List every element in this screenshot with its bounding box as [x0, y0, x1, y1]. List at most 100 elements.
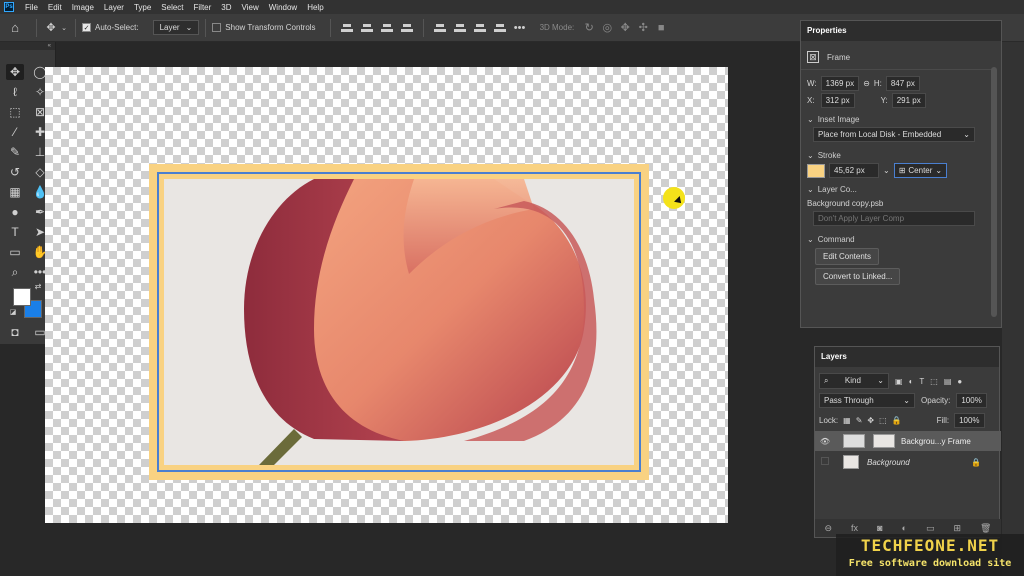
stroke-width-field[interactable]: 45,62 px	[829, 163, 879, 178]
home-icon[interactable]: ⌂	[0, 20, 30, 35]
lock-artboard-icon[interactable]: ⬚	[879, 416, 887, 425]
menu-image[interactable]: Image	[67, 3, 99, 12]
filter-smart-object-icon[interactable]: ▤	[944, 377, 952, 386]
dodge-tool-icon[interactable]: ●	[6, 204, 24, 220]
auto-select-target-dropdown[interactable]: Layer ⌄	[152, 20, 200, 35]
opacity-field[interactable]: 100%	[956, 393, 987, 408]
layer-filter-dropdown[interactable]: ⌕ Kind ⌄	[819, 373, 889, 389]
fill-field[interactable]: 100%	[954, 413, 985, 428]
menu-help[interactable]: Help	[302, 3, 328, 12]
distribute-center-icon[interactable]	[453, 22, 467, 34]
menu-layer[interactable]: Layer	[99, 3, 129, 12]
distribute-top-icon[interactable]	[433, 22, 447, 34]
stroke-color-swatch[interactable]	[807, 163, 825, 178]
layer-row-background[interactable]: Background 🔒	[815, 452, 1001, 472]
roll-3d-icon[interactable]: ◎	[598, 21, 616, 34]
move-tool-icon[interactable]: ✥	[6, 64, 24, 80]
show-transform-checkbox[interactable]	[212, 23, 222, 32]
menu-window[interactable]: Window	[264, 3, 302, 12]
menu-type[interactable]: Type	[129, 3, 156, 12]
group-folder-icon[interactable]: ▭	[926, 523, 935, 534]
menu-3d[interactable]: 3D	[216, 3, 236, 12]
chevron-down-icon[interactable]: ⌄	[807, 235, 814, 244]
zoom-tool-icon[interactable]: ⌕	[6, 264, 24, 280]
filter-adjustment-icon[interactable]: ◐	[909, 377, 914, 386]
convert-to-linked-button[interactable]: Convert to Linked...	[815, 268, 901, 285]
layer-comp-dropdown[interactable]: Don't Apply Layer Comp	[813, 211, 975, 226]
layers-title[interactable]: Layers	[815, 347, 999, 367]
menu-edit[interactable]: Edit	[43, 3, 67, 12]
menu-select[interactable]: Select	[156, 3, 188, 12]
distribute-left-icon[interactable]	[493, 22, 507, 34]
y-field[interactable]: 291 px	[891, 93, 926, 108]
chevron-down-icon[interactable]: ⌄	[59, 24, 69, 32]
width-field[interactable]: 1369 px	[820, 76, 860, 91]
slide-3d-icon[interactable]: ✣	[634, 21, 652, 34]
layer-name[interactable]: Background	[867, 458, 910, 467]
three-d-mode-label: 3D Mode:	[539, 23, 575, 32]
menu-filter[interactable]: Filter	[189, 3, 217, 12]
rectangle-tool-icon[interactable]: ▭	[6, 244, 24, 260]
layer-row-frame[interactable]: 👁 Backgrou...y Frame	[815, 431, 1001, 451]
lasso-tool-icon[interactable]: ℓ	[6, 84, 24, 100]
type-tool-icon[interactable]: T	[6, 224, 24, 240]
link-dimensions-icon[interactable]: ⊖	[863, 79, 870, 88]
fx-icon[interactable]: fx	[851, 523, 858, 533]
lock-position-icon[interactable]: ✥	[867, 416, 874, 425]
pan-3d-icon[interactable]: ✥	[616, 21, 634, 34]
eyedropper-icon[interactable]: ⁄	[6, 124, 24, 140]
visibility-toggle[interactable]	[815, 457, 835, 467]
height-field[interactable]: 847 px	[885, 76, 920, 91]
lock-pixels-icon[interactable]: ✎	[856, 416, 863, 425]
visibility-eye-icon[interactable]: 👁	[815, 437, 835, 446]
properties-scrollbar[interactable]	[991, 67, 997, 317]
properties-title[interactable]: Properties	[801, 21, 1001, 41]
filter-type-icon[interactable]: T	[919, 377, 924, 386]
distribute-bottom-icon[interactable]	[473, 22, 487, 34]
filter-pixel-icon[interactable]: ▣	[895, 377, 903, 386]
quick-mask-icon[interactable]: ◘	[6, 324, 24, 340]
chevron-down-icon[interactable]: ⌄	[807, 115, 814, 124]
auto-select-checkbox[interactable]: ✓	[82, 23, 91, 32]
chevron-down-icon[interactable]: ⌄	[883, 166, 890, 175]
lock-icon[interactable]: 🔒	[971, 458, 981, 467]
watermark-overlay: TECHFEONE.NET Free software download sit…	[836, 534, 1024, 576]
move-tool-icon[interactable]: ✥	[43, 21, 59, 34]
link-layers-icon[interactable]: ⊖	[825, 523, 833, 534]
default-colors-icon[interactable]: ◪	[8, 308, 18, 318]
align-vertical-center-icon[interactable]	[360, 22, 374, 34]
lock-transparent-icon[interactable]: ▦	[843, 416, 851, 425]
align-top-icon[interactable]	[340, 22, 354, 34]
chevron-down-icon[interactable]: ⌄	[807, 185, 814, 194]
scale-3d-icon[interactable]: ■	[652, 22, 670, 34]
lock-all-icon[interactable]: 🔒	[892, 416, 902, 425]
watermark-subtitle: Free software download site	[848, 558, 1012, 569]
edit-contents-button[interactable]: Edit Contents	[815, 248, 880, 265]
stroke-position-dropdown[interactable]: ⊞ Center ⌄	[893, 163, 948, 178]
align-bottom-icon[interactable]	[380, 22, 394, 34]
orbit-3d-icon[interactable]: ↻	[580, 21, 598, 34]
swap-colors-icon[interactable]: ⇄	[33, 282, 43, 292]
add-mask-icon[interactable]: ◙	[877, 523, 882, 533]
object-select-icon[interactable]: ⬚	[6, 104, 24, 120]
filter-toggle-icon[interactable]: ●	[957, 377, 962, 386]
foreground-color-swatch[interactable]	[13, 288, 31, 306]
new-layer-icon[interactable]: ⊞	[953, 523, 961, 534]
more-options-icon[interactable]: •••	[510, 22, 530, 34]
frame-layer[interactable]	[149, 164, 649, 480]
x-field[interactable]: 312 px	[820, 93, 855, 108]
menu-file[interactable]: File	[20, 3, 43, 12]
blend-mode-dropdown[interactable]: Pass Through ⌄	[819, 393, 915, 408]
filter-shape-icon[interactable]: ⬚	[930, 377, 938, 386]
adjustment-layer-icon[interactable]: ◐	[902, 523, 907, 533]
delete-layer-icon[interactable]: 🗑	[980, 523, 991, 534]
brush-tool-icon[interactable]: ✎	[6, 144, 24, 160]
chevron-down-icon[interactable]: ⌄	[807, 151, 814, 160]
align-left-icon[interactable]	[400, 22, 414, 34]
tools-panel-header[interactable]: «	[0, 42, 55, 50]
inset-image-dropdown[interactable]: Place from Local Disk - Embedded ⌄	[813, 127, 975, 142]
menu-view[interactable]: View	[237, 3, 264, 12]
history-brush-icon[interactable]: ↺	[6, 164, 24, 180]
layer-name[interactable]: Backgrou...y Frame	[901, 437, 971, 446]
gradient-tool-icon[interactable]: ▦	[6, 184, 24, 200]
